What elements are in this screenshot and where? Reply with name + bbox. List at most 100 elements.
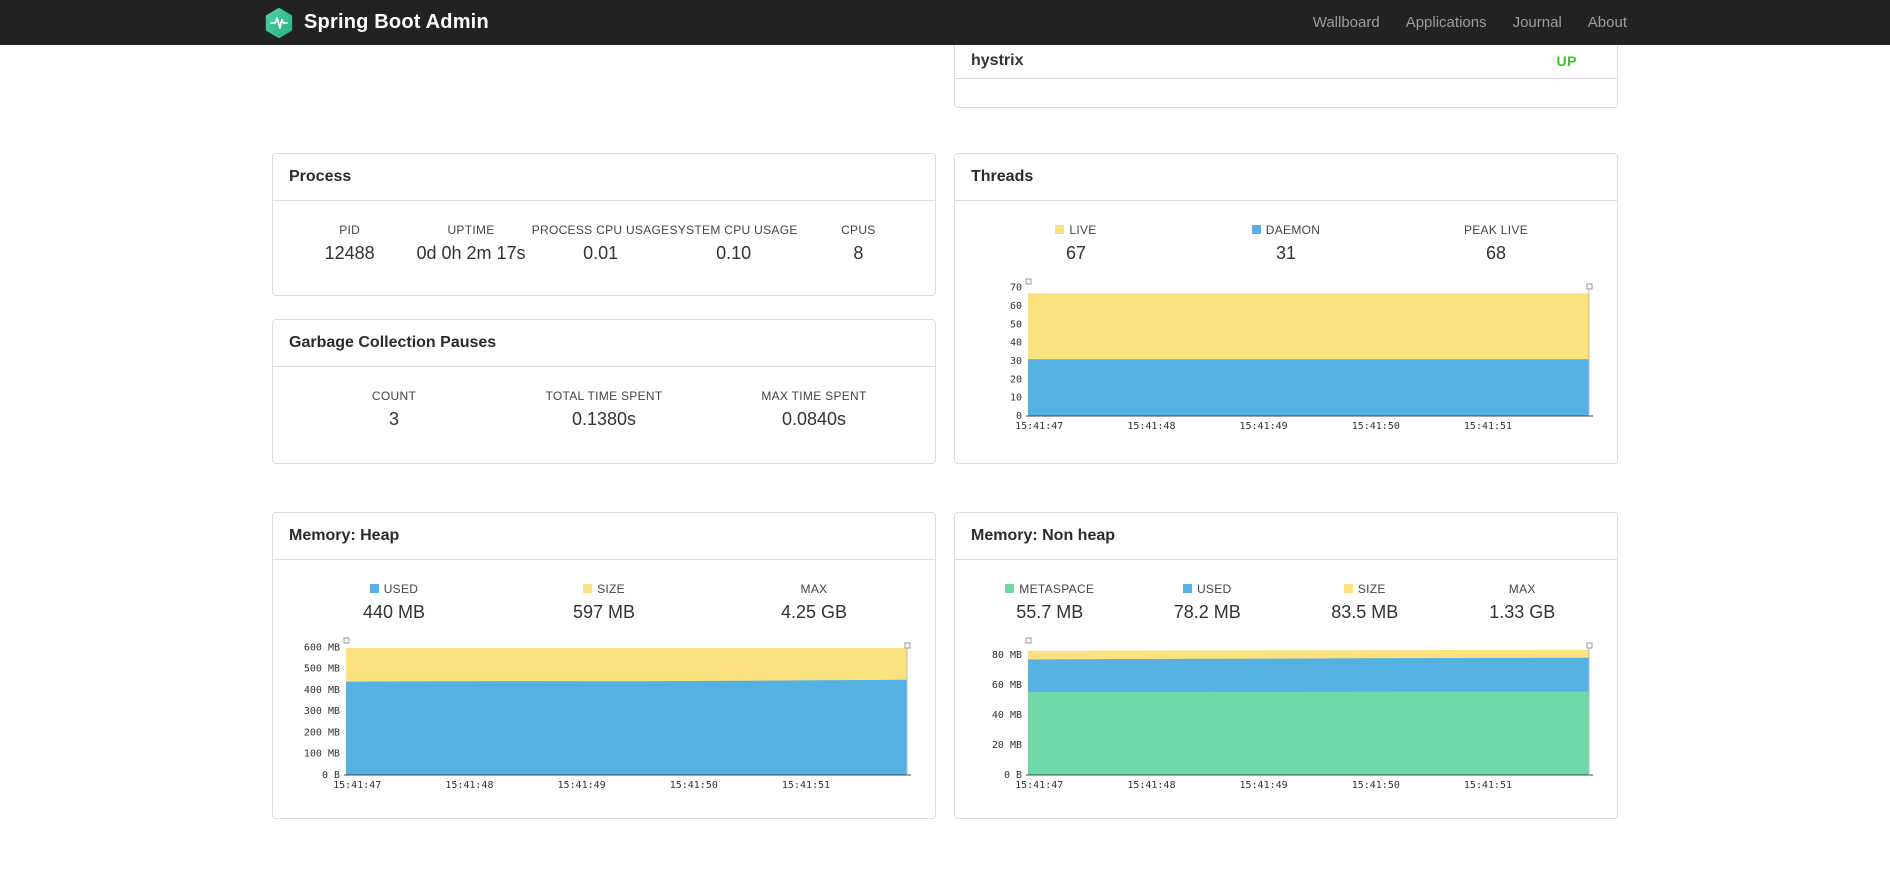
svg-text:400 MB: 400 MB	[304, 685, 340, 696]
memory-nonheap-chart-svg: 0 B20 MB40 MB60 MB80 MB15:41:47 15:41:48 1…	[992, 637, 1593, 791]
metric-metaspace: METASPACE 55.7 MB	[971, 582, 1129, 623]
svg-text:15:41:48: 15:41:48	[1127, 421, 1175, 432]
legend-swatch-icon	[1005, 584, 1015, 593]
gc-pauses-panel: Garbage Collection Pauses COUNT 3 TOTAL TI…	[272, 319, 936, 464]
metric-label: USED	[289, 582, 499, 596]
col-left: Process PID 12488 UPTIME 0d 0h 2m 17s PROCES…	[272, 153, 936, 464]
navbar: Spring Boot Admin Wallboard Applications…	[0, 0, 1890, 45]
metric-used: USED 78.2 MB	[1129, 582, 1287, 623]
svg-text:15:41:48: 15:41:48	[445, 780, 493, 791]
metric-label: CPUS	[841, 223, 876, 237]
application-row-hystrix[interactable]: hystrix UP	[955, 44, 1617, 79]
col-memory-nonheap: Memory: Non heap METASPACE 55.7 MB USED 78.…	[954, 512, 1618, 819]
nav-link-applications[interactable]: Applications	[1393, 2, 1500, 43]
svg-text:10: 10	[1010, 393, 1022, 404]
metric-value: 597 MB	[572, 602, 636, 622]
col-memory-heap: Memory: Heap USED 440 MB SIZE 597 MB MAX 4.25…	[272, 512, 936, 819]
threads-panel: Threads LIVE 67 DAEMON 31 PEAK LIVE 68 0 10 20 3…	[954, 153, 1618, 464]
memory-heap-chart[interactable]: 0 B 100 MB 200 MB 300 MB 400 MB 500 MB 600 MB 1…	[289, 635, 919, 793]
legend-swatch-icon	[1251, 225, 1261, 234]
nav-link-journal[interactable]: Journal	[1500, 2, 1575, 43]
panel-title-memory-heap: Memory: Heap	[273, 513, 935, 560]
spring-boot-admin-logo-icon	[263, 7, 295, 39]
process-metrics: PID 12488 UPTIME 0d 0h 2m 17s PROCESS CPU US…	[289, 217, 919, 264]
metric-label: TOTAL TIME SPENT	[545, 389, 663, 403]
metric-value: 68	[1485, 243, 1507, 263]
metric-uptime: UPTIME 0d 0h 2m 17s	[410, 223, 531, 264]
gc-metrics: COUNT 3 TOTAL TIME SPENT 0.1380s MAX TIME SP…	[289, 383, 919, 430]
panel-title-memory-nonheap: Memory: Non heap	[955, 513, 1617, 560]
metric-size: SIZE 83.5 MB	[1286, 582, 1444, 623]
process-panel: Process PID 12488 UPTIME 0d 0h 2m 17s PROCES…	[272, 153, 936, 296]
svg-text:20 MB: 20 MB	[992, 740, 1022, 751]
metric-value: 440 MB	[362, 602, 426, 622]
metric-pid: PID 12488	[289, 223, 410, 264]
metric-value: 0.1380s	[571, 409, 637, 429]
metric-value: 31	[1275, 243, 1297, 263]
svg-text:15:41:49: 15:41:49	[558, 780, 606, 791]
legend-swatch-icon	[369, 584, 379, 593]
legend-swatch-icon	[1182, 584, 1192, 593]
svg-text:15:41:51: 15:41:51	[782, 780, 830, 791]
metric-value: 83.5 MB	[1331, 602, 1399, 622]
main-content: hystrix UP Process PID 12488 UPTIME 0d 0h 2…	[272, 0, 1618, 819]
legend-swatch-icon	[1343, 584, 1353, 593]
metric-live: LIVE 67	[971, 223, 1181, 264]
metric-value: 1.33 GB	[1489, 602, 1556, 622]
row-applications-right: hystrix UP	[954, 0, 1618, 153]
svg-text:500 MB: 500 MB	[304, 664, 340, 675]
threads-metrics: LIVE 67 DAEMON 31 PEAK LIVE 68	[971, 217, 1601, 264]
threads-panel-body: LIVE 67 DAEMON 31 PEAK LIVE 68 0 10 20 30 40 50 60 7…	[955, 201, 1617, 454]
gc-panel-body: COUNT 3 TOTAL TIME SPENT 0.1380s MAX TIME SP…	[273, 367, 935, 450]
metric-daemon: DAEMON 31	[1181, 223, 1391, 264]
metric-label: PID	[339, 223, 361, 237]
svg-text:200 MB: 200 MB	[304, 727, 340, 738]
metric-label: DAEMON	[1181, 223, 1391, 237]
svg-text:15:41:51: 15:41:51	[1464, 780, 1512, 791]
metric-value: 55.7 MB	[1016, 602, 1084, 622]
memory-nonheap-panel: Memory: Non heap METASPACE 55.7 MB USED 78.…	[954, 512, 1618, 819]
svg-text:15:41:50: 15:41:50	[1352, 421, 1400, 432]
metric-label: SIZE	[1286, 582, 1444, 596]
brand-link[interactable]: Spring Boot Admin	[263, 7, 489, 39]
svg-text:15:41:50: 15:41:50	[670, 780, 718, 791]
metric-label: MAX	[800, 582, 828, 596]
svg-text:15:41:47: 15:41:47	[1015, 780, 1063, 791]
row-applications: hystrix UP	[272, 0, 1618, 153]
memory-heap-panel-body: USED 440 MB SIZE 597 MB MAX 4.25 GB 0 B 100 MB…	[273, 560, 935, 813]
memory-heap-panel: Memory: Heap USED 440 MB SIZE 597 MB MAX 4.25…	[272, 512, 936, 819]
panel-title-gc: Garbage Collection Pauses	[273, 320, 935, 367]
svg-text:300 MB: 300 MB	[304, 706, 340, 717]
metric-value: 3	[388, 409, 399, 429]
metric-peak-live: PEAK LIVE 68	[1391, 223, 1601, 264]
metric-label: PROCESS CPU USAGE	[531, 223, 670, 237]
threads-chart[interactable]: 0 10 20 30 40 50 60 70 15:41:47 15:41:48 15:41:49 1…	[971, 276, 1601, 434]
nav-link-wallboard[interactable]: Wallboard	[1300, 2, 1393, 43]
memory-heap-metrics: USED 440 MB SIZE 597 MB MAX 4.25 GB	[289, 576, 919, 623]
metric-label: MAX	[1508, 582, 1536, 596]
metric-used: USED 440 MB	[289, 582, 499, 623]
svg-text:60 MB: 60 MB	[992, 680, 1022, 691]
row-applications-left-spacer	[272, 45, 936, 153]
metric-label: MAX TIME SPENT	[761, 389, 867, 403]
metric-label: SIZE	[499, 582, 709, 596]
svg-text:15:41:49: 15:41:49	[1240, 421, 1288, 432]
metric-count: COUNT 3	[289, 389, 499, 430]
nav-links: Wallboard Applications Journal About	[1300, 2, 1627, 43]
metric-value: 0.10	[716, 243, 752, 263]
memory-nonheap-metrics: METASPACE 55.7 MB USED 78.2 MB SIZE 83.5 MB MA…	[971, 576, 1601, 623]
metric-label: PEAK LIVE	[1463, 223, 1529, 237]
svg-text:15:41:50: 15:41:50	[1352, 780, 1400, 791]
nav-link-about[interactable]: About	[1575, 2, 1627, 43]
metric-max: MAX 4.25 GB	[709, 582, 919, 623]
metric-max: MAX 1.33 GB	[1444, 582, 1602, 623]
metric-system-cpu-usage: SYSTEM CPU USAGE 0.10	[670, 223, 798, 264]
process-panel-body: PID 12488 UPTIME 0d 0h 2m 17s PROCESS CPU US…	[273, 201, 935, 284]
application-name: hystrix	[971, 52, 1024, 69]
memory-nonheap-chart[interactable]: 0 B 20 MB 40 MB 60 MB 80 MB 15:41:47 15:41:48 1…	[971, 635, 1601, 793]
svg-text:100 MB: 100 MB	[304, 749, 340, 760]
svg-text:40 MB: 40 MB	[992, 710, 1022, 721]
svg-text:80 MB: 80 MB	[992, 650, 1022, 661]
memory-heap-chart-svg: 0 B100 MB200 MB300 MB400 MB500 MB600 MB1…	[304, 637, 911, 791]
metric-value: 4.25 GB	[780, 602, 848, 622]
